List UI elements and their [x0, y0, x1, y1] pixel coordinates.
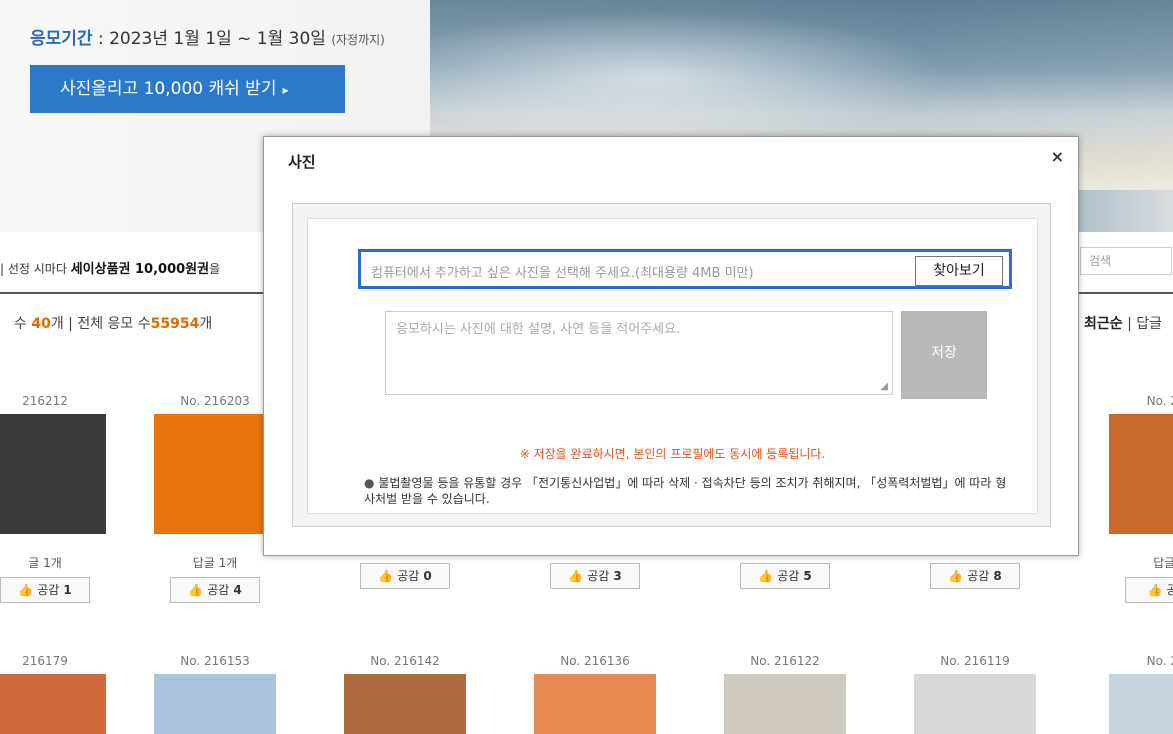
photo-modal: 사진 × 컴퓨터에서 추가하고 싶은 사진을 선택해 주세요.(최대용량 4MB… — [263, 136, 1079, 556]
legal-warning: ● 불법촬영물 등을 유통할 경우 「전기통신사업법」에 따라 삭제 · 접속차… — [364, 475, 1014, 507]
save-notice: ※ 저장을 완료하시면, 본인의 프로필에도 동시에 등록됩니다. — [519, 447, 826, 461]
browse-button[interactable]: 찾아보기 — [915, 256, 1003, 286]
resize-grip-icon[interactable]: ◢ — [880, 381, 888, 392]
upload-form: 컴퓨터에서 추가하고 싶은 사진을 선택해 주세요.(최대용량 4MB 미만) … — [307, 218, 1038, 514]
description-textarea[interactable]: 응모하시는 사진에 대한 설명, 사연 등을 적어주세요. ◢ — [385, 311, 893, 395]
bullet-icon: ● — [364, 476, 375, 490]
description-placeholder: 응모하시는 사진에 대한 설명, 사연 등을 적어주세요. — [396, 322, 681, 337]
file-input[interactable]: 컴퓨터에서 추가하고 싶은 사진을 선택해 주세요.(최대용량 4MB 미만) … — [358, 249, 1012, 289]
legal-warning-text: 불법촬영물 등을 유통할 경우 「전기통신사업법」에 따라 삭제 · 접속차단 … — [364, 476, 1007, 506]
modal-title: 사진 — [288, 153, 316, 171]
modal-body: 컴퓨터에서 추가하고 싶은 사진을 선택해 주세요.(최대용량 4MB 미만) … — [292, 203, 1051, 527]
close-icon[interactable]: × — [1051, 147, 1064, 166]
file-input-placeholder: 컴퓨터에서 추가하고 싶은 사진을 선택해 주세요.(최대용량 4MB 미만) — [371, 266, 754, 281]
save-button[interactable]: 저장 — [901, 311, 987, 399]
